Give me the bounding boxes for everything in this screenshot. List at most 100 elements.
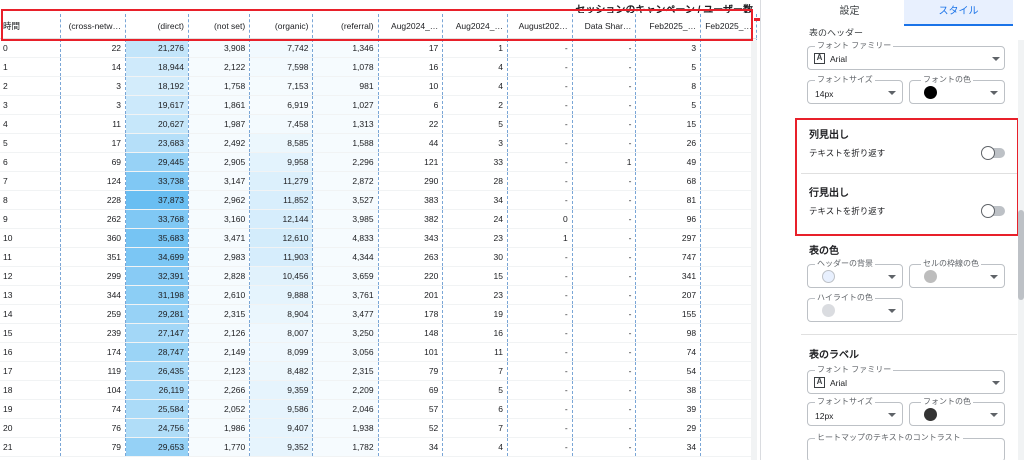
table-cell: - (507, 95, 573, 115)
table-cell (700, 171, 757, 191)
column-header-4[interactable]: (organic) (249, 14, 314, 39)
column-header-8[interactable]: August202… (507, 14, 573, 39)
row-header-cell: 3 (0, 95, 62, 115)
table-cell: 49 (635, 152, 702, 172)
table-cell: 17 (60, 133, 127, 153)
table-cell: 174 (60, 342, 127, 362)
table-cell: - (572, 380, 637, 400)
table-cell: 24 (442, 209, 508, 229)
table-cell (700, 209, 757, 229)
column-header-5[interactable]: (referral) (312, 14, 379, 39)
table-cell: - (572, 171, 637, 191)
table-cell: 2,052 (188, 399, 251, 419)
table-cell: 29,653 (125, 437, 190, 457)
table-cell: - (572, 247, 637, 267)
table-cell: - (572, 57, 637, 77)
column-header-7[interactable]: Aug2024_… (442, 14, 508, 39)
table-cell (700, 437, 757, 457)
chevron-down-icon (992, 57, 1000, 61)
table-cell: - (572, 399, 637, 419)
table-cell: 3,471 (188, 228, 251, 248)
table-cell: 7,153 (249, 76, 314, 96)
table-cell: 16 (378, 57, 444, 77)
table-cell: 259 (60, 304, 127, 324)
table-cell (700, 247, 757, 267)
table-cell: - (507, 399, 573, 419)
table-cell: 11 (442, 342, 508, 362)
table-cell: 32,391 (125, 266, 190, 286)
column-header-10[interactable]: Feb2025_… (635, 14, 702, 39)
column-header-2[interactable]: (direct) (125, 14, 190, 39)
table-cell: 34 (635, 437, 702, 457)
tab-style[interactable]: スタイル (904, 0, 1013, 26)
table-cell: 8 (635, 76, 702, 96)
column-header-3[interactable]: (not set) (188, 14, 251, 39)
table-cell: 15 (442, 266, 508, 286)
row-header-cell: 9 (0, 209, 62, 229)
column-header-0[interactable]: 時間 (0, 14, 62, 39)
table-cell (700, 76, 757, 96)
table-cell: 29,281 (125, 304, 190, 324)
table-row: 16 174 28,747 2,149 8,099 3,056 101 11- -74 (0, 342, 757, 362)
table-cell: 2,296 (312, 152, 379, 172)
table-cell: 297 (635, 228, 702, 248)
table-cell: - (572, 304, 637, 324)
table-cell: 1,078 (312, 57, 379, 77)
table-cell: 57 (378, 399, 444, 419)
table-cell: 28 (442, 171, 508, 191)
pivot-table-chart[interactable]: セッションのキャンペーン / ユーザー数 時間 (cross-netw… (dire… (0, 0, 757, 460)
table-cell: - (572, 209, 637, 229)
table-cell: 299 (60, 266, 127, 286)
table-cell: 148 (378, 323, 444, 343)
tab-setup[interactable]: 設定 (795, 0, 904, 26)
table-cell: 8,007 (249, 323, 314, 343)
table-cell: 155 (635, 304, 702, 324)
table-cell: 54 (635, 361, 702, 381)
table-cell: 2,983 (188, 247, 251, 267)
table-cell: 2,126 (188, 323, 251, 343)
table-cell: 15 (635, 114, 702, 134)
table-cell: 3,477 (312, 304, 379, 324)
column-header-11[interactable]: Feb2025_… (700, 14, 757, 39)
table-cell: - (572, 418, 637, 438)
table-cell: 22 (378, 114, 444, 134)
table-cell: 8,585 (249, 133, 314, 153)
column-header-9[interactable]: Data Shar… (572, 14, 637, 39)
table-cell: 33,738 (125, 171, 190, 191)
table-cell: 11,852 (249, 190, 314, 210)
table-cell (700, 380, 757, 400)
table-cell: 220 (378, 266, 444, 286)
column-header-1[interactable]: (cross-netw… (60, 14, 127, 39)
label-font-color-swatch (924, 408, 937, 421)
row-header-wrap-toggle[interactable] (981, 204, 1005, 218)
table-cell (700, 57, 757, 77)
table-cell (700, 190, 757, 210)
column-header-6[interactable]: Aug2024_… (378, 14, 444, 39)
table-cell: - (507, 304, 573, 324)
table-cell: 290 (378, 171, 444, 191)
table-cell: 7,598 (249, 57, 314, 77)
table-cell: 3,250 (312, 323, 379, 343)
table-cell: - (507, 266, 573, 286)
table-cell: 1,758 (188, 76, 251, 96)
table-cell: - (572, 285, 637, 305)
panel-scrollbar-thumb[interactable] (1018, 210, 1024, 300)
table-row: 1 14 18,944 2,122 7,598 1,078 16 4- -5 (0, 57, 757, 77)
row-header-cell: 14 (0, 304, 62, 324)
column-header-wrap-toggle[interactable] (981, 146, 1005, 160)
label-font-color-label: フォントの色 (921, 396, 973, 407)
table-cell: 1,782 (312, 437, 379, 457)
table-cell: 1,027 (312, 95, 379, 115)
panel-scrollbar[interactable] (1018, 40, 1024, 460)
table-cell: 0 (507, 209, 573, 229)
table-cell: 9,586 (249, 399, 314, 419)
table-cell: 12,610 (249, 228, 314, 248)
table-scrollbar[interactable] (751, 40, 757, 460)
table-cell: - (507, 38, 573, 58)
table-cell (700, 323, 757, 343)
table-cell: 10,456 (249, 266, 314, 286)
table-row: 9 262 33,768 3,160 12,144 3,985 382 24 0-96 (0, 209, 757, 229)
table-cell: 9,359 (249, 380, 314, 400)
table-row: 3 3 19,617 1,861 6,919 1,027 6 2- -5 (0, 95, 757, 115)
table-cell: 29,445 (125, 152, 190, 172)
